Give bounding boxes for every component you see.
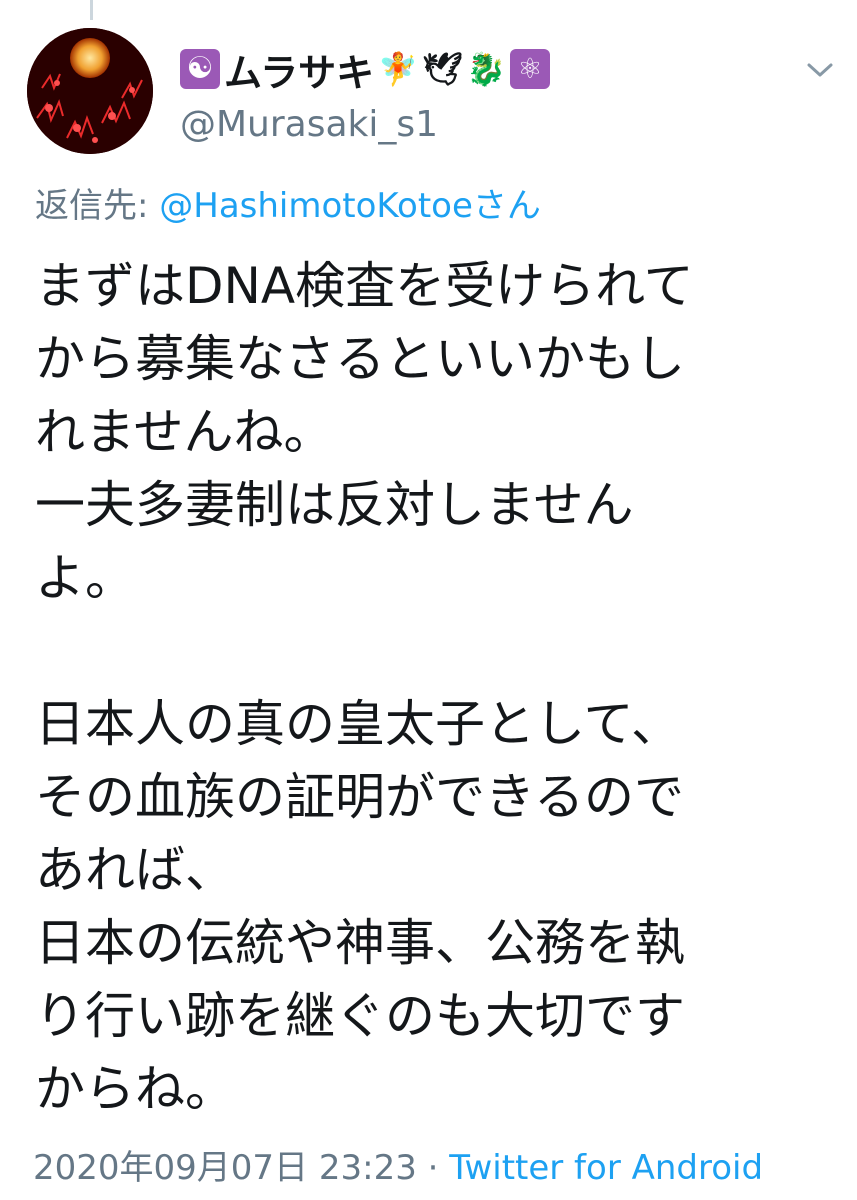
avatar-image — [27, 28, 153, 154]
tweet-text-line: あれば、 — [35, 841, 235, 899]
tweet-text-line: その血族の証明ができるので — [35, 768, 684, 826]
tweet-text-line: り行い跡を継ぐのも大切です — [35, 987, 685, 1045]
yin-yang-emoji-icon: ☯ — [180, 49, 220, 89]
tweet-text-line: 日本人の真の皇太子として、 — [35, 695, 681, 753]
tweet-text-line — [35, 615, 835, 688]
tweet-text-line: 一夫多妻制は反対しません — [35, 476, 634, 534]
chevron-down-icon[interactable] — [800, 50, 840, 90]
avatar[interactable] — [27, 28, 153, 154]
reply-target-link[interactable]: @HashimotoKotoeさん — [159, 186, 541, 226]
reply-to-line: 返信先: @HashimotoKotoeさん — [35, 178, 541, 227]
fairy-emoji-icon: 🧚 — [378, 50, 419, 88]
meta-separator: · — [416, 1148, 450, 1188]
source-link[interactable]: Twitter for Android — [449, 1148, 763, 1188]
tweet-text-line: れませんね。 — [35, 403, 334, 461]
tweet-text-line: まずはDNA検査を受けられて — [35, 257, 694, 315]
dove-emoji-icon: 🕊 — [422, 50, 463, 88]
tweet-text: まずはDNA検査を受けられて から募集なさるといいかもし れませんね。 一夫多妻… — [35, 250, 835, 1126]
reply-prefix: 返信先: — [35, 186, 160, 226]
tweet-text-line: よ。 — [35, 549, 135, 607]
tweet-meta: 2020年09月07日 23:23 · Twitter for Android — [33, 1140, 763, 1189]
atom-emoji-icon: ⚛ — [510, 49, 551, 89]
user-handle[interactable]: @Murasaki_s1 — [180, 104, 438, 145]
tweet-text-line: からね。 — [35, 1060, 235, 1118]
dragon-emoji-icon: 🐉 — [466, 50, 507, 88]
tweet-text-line: から募集なさるといいかもし — [35, 330, 685, 388]
tweet-text-line: 日本の伝統や神事、公務を執 — [35, 914, 685, 972]
thread-connector-line — [90, 0, 93, 20]
display-name-text: ムラサキ — [224, 50, 375, 95]
display-name[interactable]: ☯ ムラサキ 🧚 🕊 🐉 ⚛ — [180, 44, 551, 95]
timestamp[interactable]: 2020年09月07日 23:23 — [33, 1148, 417, 1188]
